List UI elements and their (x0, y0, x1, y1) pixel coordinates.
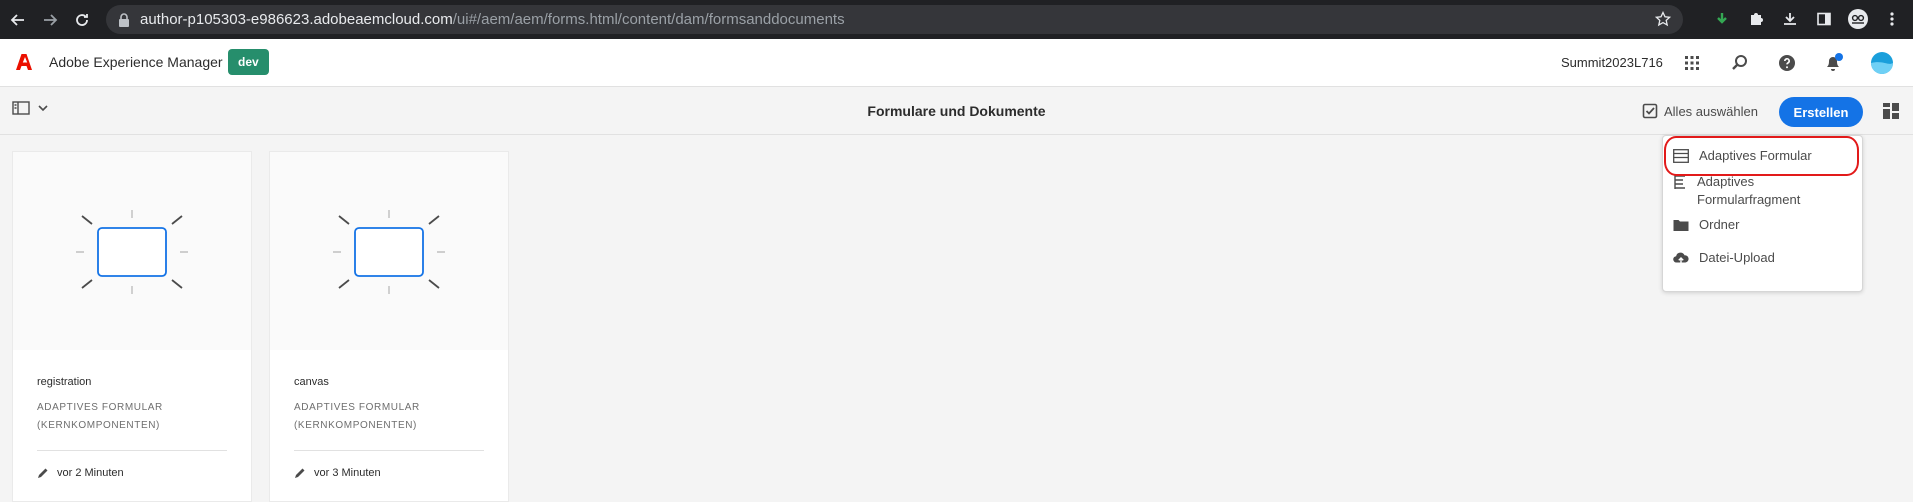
organization-switcher[interactable]: Summit2023L716 (1561, 55, 1663, 70)
pencil-icon (294, 467, 306, 479)
downloads-icon[interactable] (1777, 6, 1803, 32)
browser-toolbar: author-p105303-e986623.adobeaemcloud.com… (0, 0, 1913, 39)
checkbox-select-icon (1642, 103, 1658, 119)
form-lines-icon (1673, 148, 1689, 164)
menu-item-label: Datei-Upload (1699, 250, 1775, 265)
menu-item-label: Ordner (1699, 217, 1740, 232)
select-all-label: Alles auswählen (1664, 103, 1758, 119)
puzzle-extensions-icon[interactable] (1743, 6, 1769, 32)
aem-global-header: Adobe Experience Manager dev Summit2023L… (0, 39, 1913, 87)
card-title: registration (37, 376, 92, 388)
card-type: ADAPTIVES FORMULAR (KERNKOMPONENTEN) (37, 402, 163, 431)
card-modified: vor 3 Minuten (294, 467, 381, 479)
address-bar[interactable]: author-p105303-e986623.adobeaemcloud.com… (106, 5, 1683, 34)
environment-badge: dev (228, 49, 269, 75)
card-view-icon[interactable] (1882, 102, 1900, 125)
page-title: Formulare und Dokumente (867, 103, 1046, 119)
folder-icon (1673, 217, 1689, 233)
card-thumbnail (13, 152, 251, 350)
user-avatar-icon[interactable] (1870, 51, 1894, 75)
adaptive-form-placeholder-icon (76, 210, 188, 294)
url-host: author-p105303-e986623.adobeaemcloud.com (140, 11, 453, 28)
card-type: ADAPTIVES FORMULAR (KERNKOMPONENTEN) (294, 402, 420, 431)
bookmark-star-icon[interactable] (1655, 11, 1671, 27)
create-menu: Adaptives Formular Adaptives Formularfra… (1662, 135, 1863, 292)
menu-item-label: Adaptives Formular (1699, 148, 1812, 163)
side-panel-icon[interactable] (1811, 6, 1837, 32)
menu-item-adaptive-form[interactable]: Adaptives Formular (1673, 147, 1812, 165)
url-path: /ui#/aem/aem/forms.html/content/dam/form… (452, 11, 845, 28)
browser-menu-icon[interactable] (1879, 6, 1905, 32)
app-grid-icon[interactable] (1680, 51, 1704, 75)
card-divider (37, 450, 227, 451)
notifications-bell-icon[interactable] (1822, 51, 1846, 75)
menu-item-folder[interactable]: Ordner (1673, 216, 1739, 234)
modified-time: vor 3 Minuten (314, 467, 381, 479)
adaptive-form-placeholder-icon (333, 210, 445, 294)
reload-icon[interactable] (68, 6, 96, 34)
card-divider (294, 450, 484, 451)
lock-icon (118, 12, 130, 27)
profile-avatar-icon[interactable] (1845, 6, 1871, 32)
search-icon[interactable] (1728, 51, 1752, 75)
back-icon[interactable] (4, 6, 32, 34)
asset-card-registration[interactable]: registration ADAPTIVES FORMULAR (KERNKOM… (12, 151, 252, 502)
card-modified: vor 2 Minuten (37, 467, 124, 479)
menu-item-label: Adaptives Formularfragment (1697, 174, 1801, 207)
extensions-area (1709, 6, 1905, 32)
select-all-button[interactable]: Alles auswählen (1642, 103, 1758, 119)
card-thumbnail (270, 152, 508, 350)
forward-icon[interactable] (36, 6, 64, 34)
action-bar: Formulare und Dokumente Alles auswählen … (0, 88, 1913, 135)
menu-item-file-upload[interactable]: Datei-Upload (1673, 249, 1775, 267)
asset-card-canvas[interactable]: canvas ADAPTIVES FORMULAR (KERNKOMPONENT… (269, 151, 509, 502)
pencil-icon (37, 467, 49, 479)
download-arrow-green-icon[interactable] (1709, 6, 1735, 32)
menu-item-adaptive-form-fragment[interactable]: Adaptives Formularfragment (1673, 173, 1833, 209)
help-icon[interactable] (1775, 51, 1799, 75)
adobe-logo-icon[interactable] (13, 50, 37, 74)
form-fragment-icon (1673, 174, 1687, 190)
upload-cloud-icon (1673, 250, 1689, 266)
app-title[interactable]: Adobe Experience Manager (49, 54, 223, 70)
card-title: canvas (294, 376, 329, 388)
modified-time: vor 2 Minuten (57, 467, 124, 479)
create-button[interactable]: Erstellen (1779, 97, 1863, 127)
